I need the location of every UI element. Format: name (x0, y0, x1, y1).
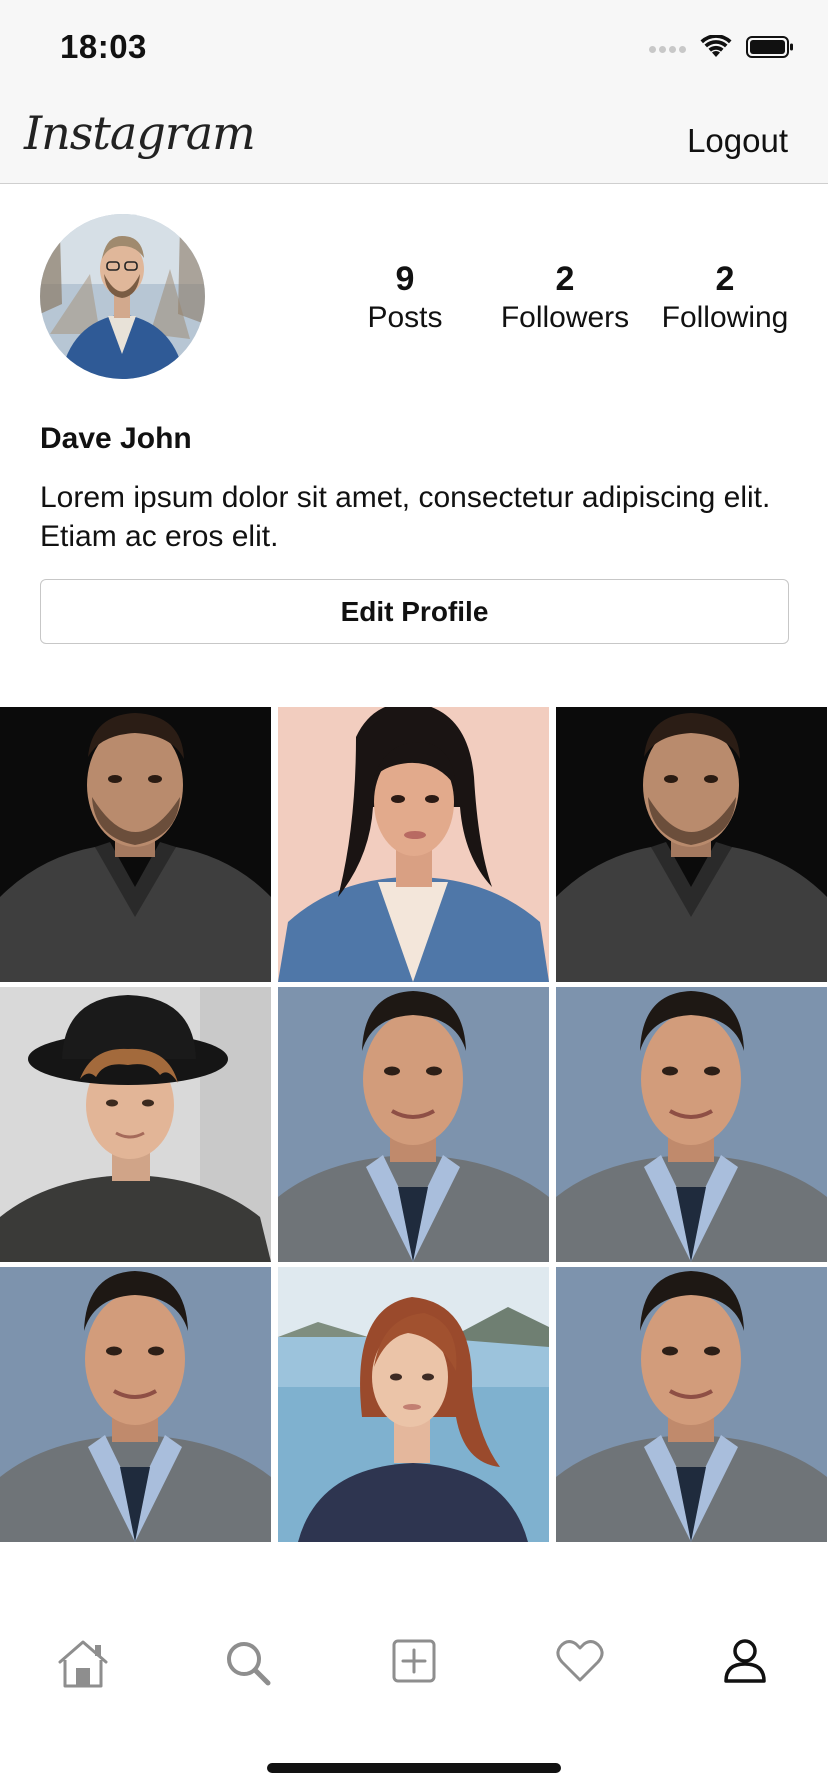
post-thumbnail[interactable] (278, 707, 549, 982)
tab-home[interactable] (0, 1600, 166, 1720)
tab-profile[interactable] (662, 1600, 828, 1720)
profile-stats: 9 Posts 2 Followers 2 Following (330, 258, 800, 338)
stat-following-count: 2 (715, 260, 735, 298)
heart-icon (555, 1638, 605, 1689)
post-thumbnail[interactable] (556, 987, 827, 1262)
tab-add-post[interactable] (331, 1600, 497, 1720)
posts-grid (0, 707, 828, 1543)
add-post-icon (391, 1638, 437, 1689)
profile-name: Dave John (40, 422, 192, 455)
stat-followers-label: Followers (500, 301, 630, 334)
post-thumbnail[interactable] (0, 707, 271, 982)
post-thumbnail[interactable] (0, 987, 271, 1262)
nav-bar: Instagram Logout (0, 100, 828, 184)
post-thumbnail[interactable] (556, 707, 827, 982)
search-icon (223, 1638, 273, 1693)
tab-bar (0, 1600, 828, 1720)
profile-bio: Lorem ipsum dolor sit amet, consectetur … (40, 481, 771, 553)
home-indicator (267, 1763, 561, 1773)
stat-following-label: Following (661, 301, 789, 334)
post-thumbnail[interactable] (556, 1267, 827, 1542)
tab-search[interactable] (166, 1600, 332, 1720)
stat-posts[interactable]: 9 Posts (330, 258, 480, 338)
profile-avatar[interactable] (40, 214, 205, 379)
profile-icon (723, 1638, 767, 1689)
cellular-signal-icon (649, 45, 686, 53)
status-bar: 18:03 (0, 0, 828, 100)
stat-posts-count: 9 (395, 260, 415, 298)
post-thumbnail[interactable] (278, 1267, 549, 1542)
post-thumbnail[interactable] (278, 987, 549, 1262)
home-icon (55, 1638, 111, 1695)
stat-followers-count: 2 (555, 260, 575, 298)
battery-icon (746, 35, 794, 64)
edit-profile-button[interactable]: Edit Profile (40, 579, 789, 644)
tab-activity[interactable] (497, 1600, 663, 1720)
stat-followers[interactable]: 2 Followers (490, 258, 640, 338)
stat-following[interactable]: 2 Following (650, 258, 800, 338)
status-time: 18:03 (60, 28, 147, 65)
instagram-logo: Instagram (24, 106, 256, 160)
stat-posts-label: Posts (367, 301, 443, 334)
status-icons (649, 33, 794, 64)
logout-button[interactable]: Logout (687, 122, 788, 160)
post-thumbnail[interactable] (0, 1267, 271, 1542)
wifi-icon (700, 33, 732, 64)
